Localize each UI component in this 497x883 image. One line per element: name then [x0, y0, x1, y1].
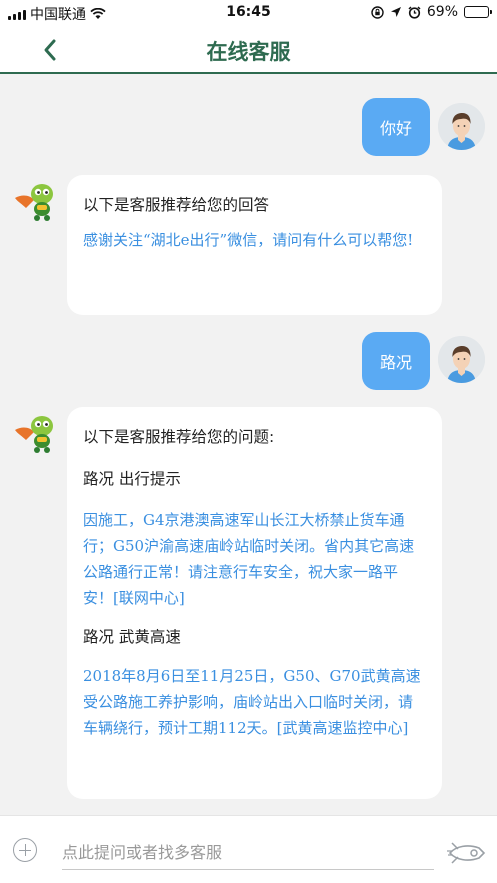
plus-circle-icon[interactable]	[13, 838, 37, 862]
user-avatar-icon	[438, 103, 485, 150]
section-body-link[interactable]: 2018年8月6日至11月25日，G50、G70武黄高速受公路施工养护影响，庙岭…	[83, 663, 426, 741]
bot-answer-link[interactable]: 感谢关注“湖北e出行”微信，请问有什么可以帮您!	[83, 227, 426, 253]
section-heading[interactable]: 路况 武黄高速	[83, 625, 426, 647]
status-right: 69%	[371, 4, 492, 20]
input-bar	[0, 815, 497, 883]
user-avatar[interactable]	[438, 103, 485, 150]
rocket-send-icon[interactable]	[446, 840, 488, 866]
message-input[interactable]	[62, 836, 434, 870]
nav-bar: 在线客服	[0, 26, 497, 74]
user-message-bubble: 路况	[362, 332, 430, 390]
status-bar: 中国联通 16:45 69%	[0, 0, 497, 26]
location-icon	[390, 7, 401, 17]
section-body-link[interactable]: 因施工，G4京港澳高速军山长江大桥禁止货车通行；G50沪渝高速庙岭站临时关闭。省…	[83, 507, 426, 611]
user-message-text: 你好	[379, 119, 412, 138]
bot-mascot-icon	[15, 184, 53, 221]
chat-area[interactable]: 你好 以下是客服推荐给您的回答 感谢关注“湖北e出行”微信，请问有什么可以帮您!…	[0, 76, 497, 815]
user-avatar-icon	[438, 336, 485, 383]
bot-message-intro: 以下是客服推荐给您的问题:	[83, 428, 275, 446]
user-avatar[interactable]	[438, 336, 485, 383]
bot-message-card: 以下是客服推荐给您的问题: 路况 出行提示 因施工，G4京港澳高速军山长江大桥禁…	[67, 407, 442, 799]
bot-mascot-icon	[15, 416, 53, 453]
user-message-text: 路况	[379, 353, 412, 372]
alarm-icon	[408, 5, 421, 19]
bot-message-card: 以下是客服推荐给您的回答 感谢关注“湖北e出行”微信，请问有什么可以帮您!	[67, 175, 442, 315]
section-heading[interactable]: 路况 出行提示	[83, 467, 426, 489]
user-message-bubble: 你好	[362, 98, 430, 156]
screen-lock-icon	[371, 5, 384, 19]
battery-percent: 69%	[426, 4, 458, 20]
page-title: 在线客服	[206, 40, 291, 64]
battery-icon	[464, 6, 492, 18]
bot-message-intro: 以下是客服推荐给您的回答	[83, 196, 270, 214]
